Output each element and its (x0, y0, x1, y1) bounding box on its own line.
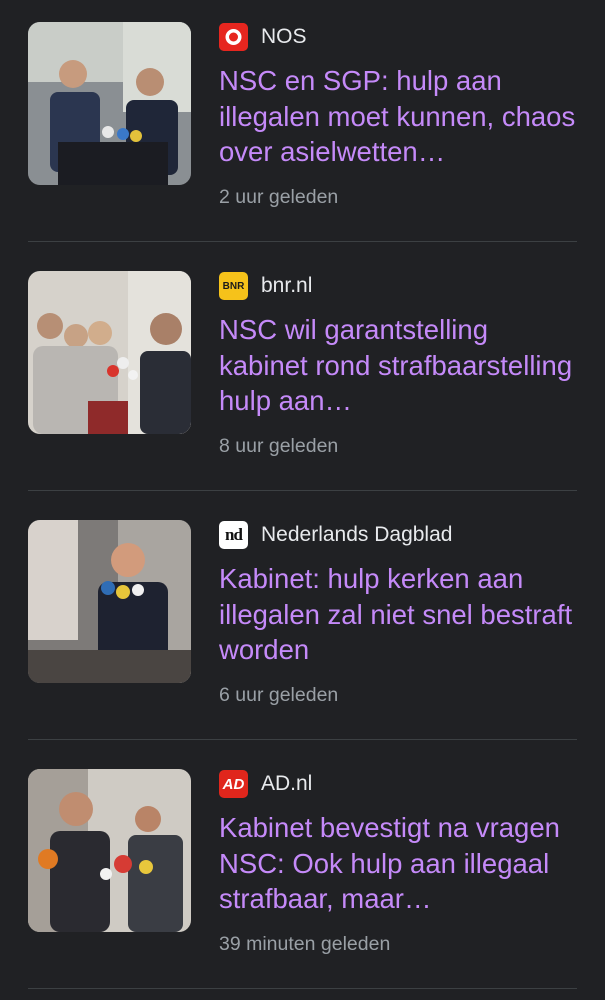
news-article-card[interactable]: BNR bnr.nl NSC wil garantstelling kabine… (28, 271, 577, 491)
article-source: AD AD.nl (219, 770, 312, 798)
article-thumbnail[interactable] (28, 22, 191, 185)
source-name: Nederlands Dagblad (261, 523, 453, 546)
article-headline[interactable]: Kabinet bevestigt na vragen NSC: Ook hul… (219, 810, 577, 917)
bnr-logo-icon: BNR (219, 272, 248, 300)
article-thumbnail[interactable] (28, 769, 191, 932)
news-feed: NOS NSC en SGP: hulp aan illegalen moet … (0, 0, 605, 1000)
article-timestamp: 8 uur geleden (219, 435, 339, 457)
news-article-card[interactable]: NOS NSC en SGP: hulp aan illegalen moet … (28, 22, 577, 242)
divider (28, 241, 577, 242)
divider (28, 739, 577, 740)
article-source: BNR bnr.nl (219, 272, 312, 300)
article-timestamp: 6 uur geleden (219, 684, 339, 706)
article-thumbnail[interactable] (28, 271, 191, 434)
politician-microphones-photo (28, 520, 191, 683)
article-timestamp: 2 uur geleden (219, 186, 339, 208)
divider (28, 490, 577, 491)
article-source: NOS (219, 23, 307, 51)
bnr-logo-text: BNR (222, 280, 245, 292)
source-name: NOS (261, 25, 307, 48)
ad-logo-icon: AD (219, 770, 248, 798)
article-timestamp: 39 minuten geleden (219, 933, 391, 955)
article-headline[interactable]: NSC en SGP: hulp aan illegalen moet kunn… (219, 63, 577, 170)
ad-logo-text: AD (222, 775, 245, 793)
article-thumbnail[interactable] (28, 520, 191, 683)
source-name: AD.nl (261, 772, 313, 795)
article-headline[interactable]: Kabinet: hulp kerken aan illegalen zal n… (219, 561, 577, 668)
news-article-card[interactable]: nd Nederlands Dagblad Kabinet: hulp kerk… (28, 520, 577, 740)
divider (28, 988, 577, 989)
politician-press-photo (28, 769, 191, 932)
news-article-card[interactable]: AD AD.nl Kabinet bevestigt na vragen NSC… (28, 769, 577, 989)
press-interview-photo (28, 271, 191, 434)
article-headline[interactable]: NSC wil garantstelling kabinet rond stra… (219, 312, 577, 419)
press-conference-photo (28, 22, 191, 185)
nos-logo-icon (219, 23, 248, 51)
nd-logo-text: nd (225, 525, 243, 544)
source-name: bnr.nl (261, 274, 313, 297)
nd-logo-icon: nd (219, 521, 248, 549)
article-source: nd Nederlands Dagblad (219, 521, 452, 549)
